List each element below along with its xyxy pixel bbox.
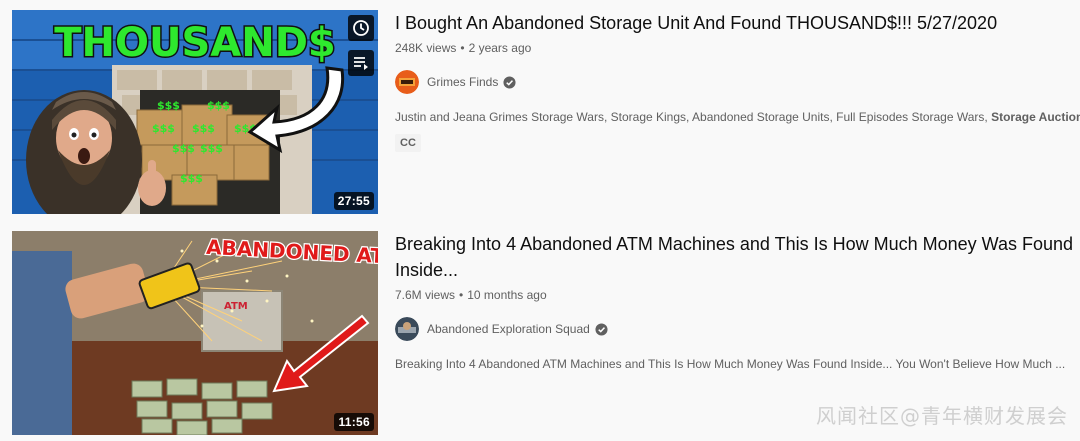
watermark-text: 风闻社区@青年横财发展会 — [816, 404, 1068, 428]
svg-text:$$$: $$$ — [152, 122, 175, 135]
video-title[interactable]: I Bought An Abandoned Storage Unit And F… — [395, 10, 1080, 36]
add-to-queue-button[interactable] — [348, 50, 374, 76]
video-description: Justin and Jeana Grimes Storage Wars, St… — [395, 108, 1080, 126]
video-stats: 248K views • 2 years ago — [395, 40, 1080, 56]
view-count: 248K views — [395, 41, 457, 55]
thumbnail-image: $$$ $$$ $$$ $$$ $$$ $$$ $$$ $$$ THOUSAND… — [12, 10, 378, 214]
verified-badge-icon — [595, 322, 608, 336]
svg-text:ATM: ATM — [224, 301, 248, 312]
video-thumbnail[interactable]: ATM ABANDONED ATM 11:56 — [12, 231, 378, 435]
channel-name[interactable]: Abandoned Exploration Squad — [427, 322, 590, 336]
description-highlight: Storage Auctions — [991, 110, 1080, 124]
svg-text:THOUSAND$: THOUSAND$ — [54, 20, 336, 66]
watch-later-button[interactable] — [348, 15, 374, 41]
svg-text:$$$: $$$ — [180, 172, 203, 185]
video-thumbnail[interactable]: $$$ $$$ $$$ $$$ $$$ $$$ $$$ $$$ THOUSAND… — [12, 10, 378, 214]
channel-row[interactable]: Grimes Finds — [395, 70, 1080, 94]
video-stats: 7.6M views • 10 months ago — [395, 287, 1080, 303]
video-meta: Breaking Into 4 Abandoned ATM Machines a… — [395, 231, 1080, 373]
verified-badge-icon — [503, 75, 516, 89]
separator-dot: • — [460, 41, 465, 55]
channel-avatar[interactable] — [395, 317, 419, 341]
cc-badge: CC — [395, 134, 421, 152]
video-duration: 11:56 — [334, 413, 374, 431]
avatar — [395, 317, 419, 341]
video-meta: I Bought An Abandoned Storage Unit And F… — [395, 10, 1080, 152]
avatar — [395, 70, 419, 94]
clock-icon — [353, 20, 369, 36]
channel-avatar[interactable] — [395, 70, 419, 94]
svg-text:$$$: $$$ — [157, 99, 180, 112]
thumbnail-image: ATM ABANDONED ATM — [12, 231, 378, 435]
channel-row[interactable]: Abandoned Exploration Squad — [395, 317, 1080, 341]
upload-age: 10 months ago — [467, 288, 547, 302]
channel-name[interactable]: Grimes Finds — [427, 75, 498, 89]
view-count: 7.6M views — [395, 288, 456, 302]
search-results-page: $$$ $$$ $$$ $$$ $$$ $$$ $$$ $$$ THOUSAND… — [0, 0, 1080, 441]
upload-age: 2 years ago — [468, 41, 532, 55]
svg-text:$$$: $$$ — [200, 142, 223, 155]
add-to-queue-icon — [354, 57, 368, 70]
svg-text:$$$: $$$ — [192, 122, 215, 135]
video-duration: 27:55 — [333, 192, 374, 210]
svg-text:$$$: $$$ — [172, 142, 195, 155]
video-title[interactable]: Breaking Into 4 Abandoned ATM Machines a… — [395, 231, 1080, 283]
svg-text:$$$: $$$ — [207, 99, 230, 112]
video-description: Breaking Into 4 Abandoned ATM Machines a… — [395, 357, 1066, 371]
separator-dot: • — [459, 288, 464, 302]
